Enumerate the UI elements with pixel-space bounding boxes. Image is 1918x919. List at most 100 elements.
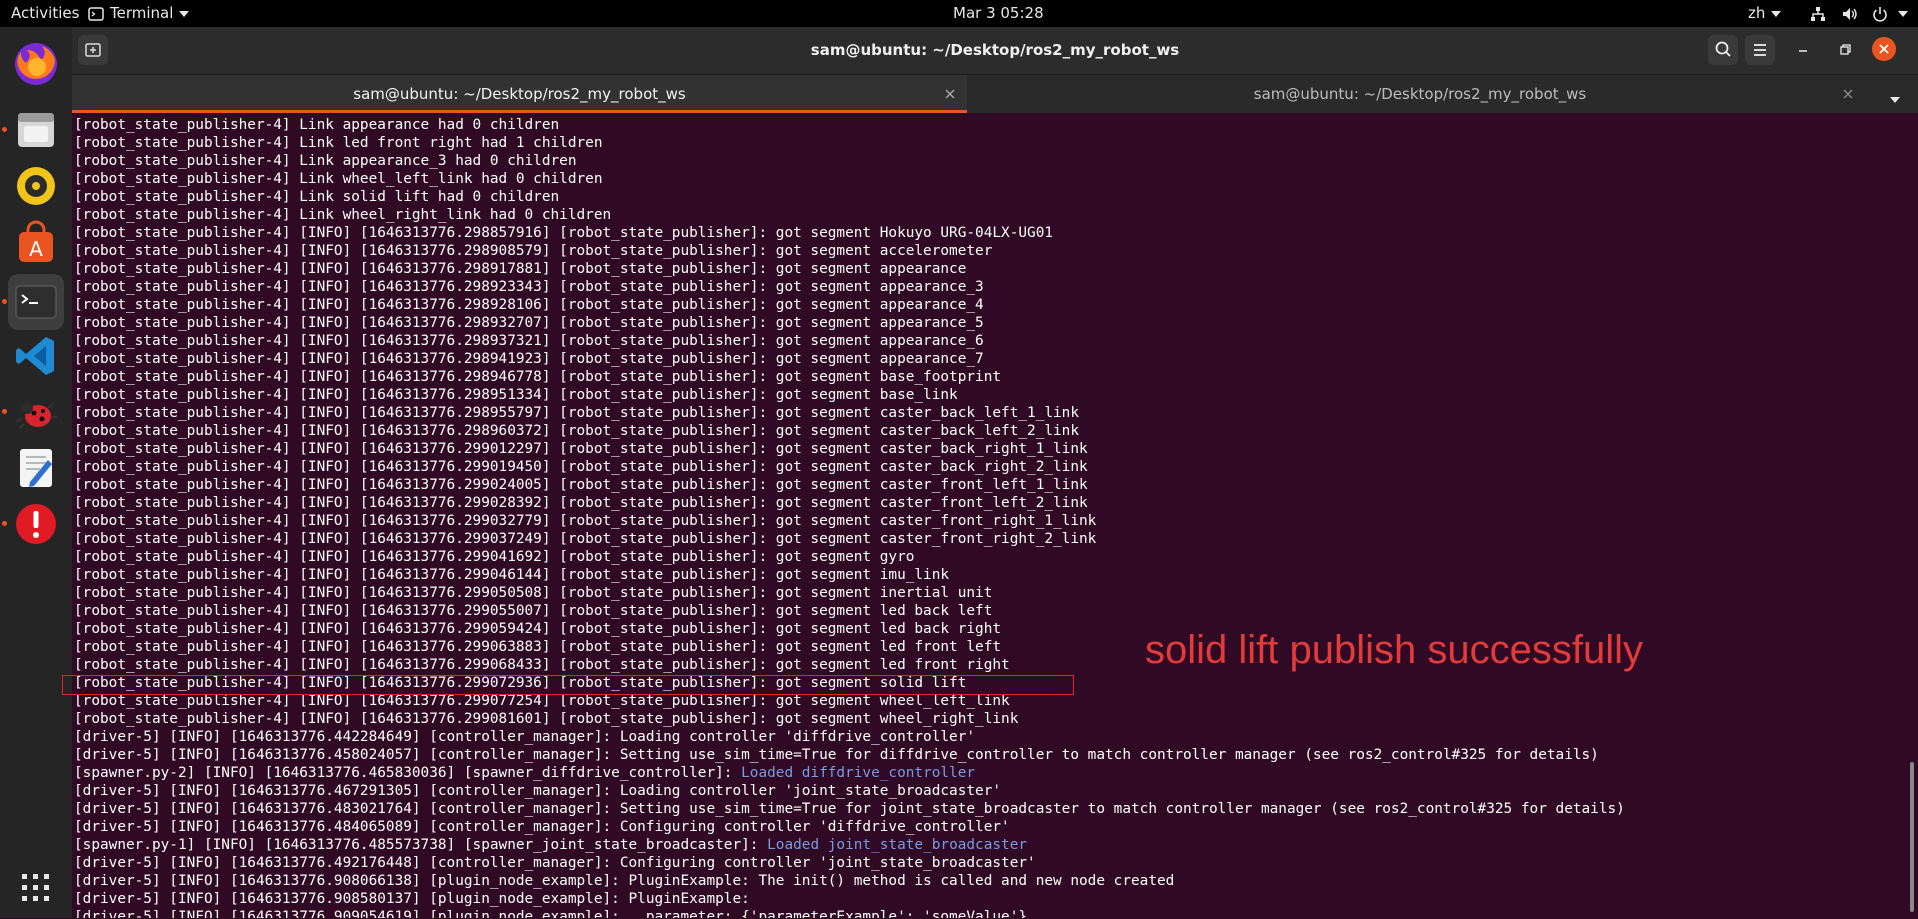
dock-bug-app[interactable] [2,384,64,440]
terminal-line: [robot_state_publisher-4] Link appearanc… [74,116,1625,134]
terminal-line-text: [robot_state_publisher-4] Link led front… [74,135,603,151]
close-tab-icon[interactable] [1842,88,1854,100]
terminal-line-text: [robot_state_publisher-4] [INFO] [164631… [74,351,984,367]
maximize-button[interactable] [1830,35,1860,65]
terminal-line-text: [robot_state_publisher-4] [INFO] [164631… [74,423,1080,439]
close-window-button[interactable] [1872,37,1896,61]
dock-terminal[interactable] [2,274,64,330]
menu-button[interactable] [1745,35,1775,65]
top-bar: Activities Terminal Mar 3 05:28 zh [0,0,1918,27]
terminal-line: [robot_state_publisher-4] [INFO] [164631… [74,548,1625,566]
chevron-down-icon [1890,96,1900,103]
activities-button[interactable]: Activities [11,0,79,27]
minimize-button[interactable] [1788,35,1818,65]
terminal-line: [robot_state_publisher-4] [INFO] [164631… [74,242,1625,260]
terminal-output[interactable]: [robot_state_publisher-4] Link appearanc… [72,113,1902,918]
terminal-line: [robot_state_publisher-4] [INFO] [164631… [74,440,1625,458]
svg-text:A: A [29,237,43,261]
dock-software[interactable]: A [8,216,64,272]
terminal-line-text: [robot_state_publisher-4] Link wheel_lef… [74,171,603,187]
terminal-line: [robot_state_publisher-4] Link wheel_lef… [74,170,1625,188]
terminal-line-text: [robot_state_publisher-4] [INFO] [164631… [74,657,1010,673]
text-editor-icon [20,449,52,487]
terminal-line: [robot_state_publisher-4] [INFO] [164631… [74,314,1625,332]
close-tab-icon[interactable] [944,88,956,100]
terminal-line: [driver-5] [INFO] [1646313776.908066138]… [74,872,1625,890]
terminal-line: [driver-5] [INFO] [1646313776.908580137]… [74,890,1625,908]
dock-error-reporter[interactable] [2,496,64,552]
terminal-line-text: [driver-5] [INFO] [1646313776.484065089]… [74,819,1010,835]
terminal-line-text: [robot_state_publisher-4] [INFO] [164631… [74,603,993,619]
tab-2[interactable]: sam@ubuntu: ~/Desktop/ros2_my_robot_ws [967,75,1873,113]
terminal-window: sam@ubuntu: ~/Desktop/ros2_my_robot_ws s… [72,27,1918,918]
dock-rhythmbox[interactable] [8,158,64,214]
terminal-line: [robot_state_publisher-4] [INFO] [164631… [74,224,1625,242]
tab-label: sam@ubuntu: ~/Desktop/ros2_my_robot_ws [1253,85,1587,103]
restore-icon [1840,44,1851,55]
terminal-line-text: [driver-5] [INFO] [1646313776.442284649]… [74,729,976,745]
terminal-lines: [robot_state_publisher-4] Link appearanc… [74,116,1625,918]
dock-firefox[interactable] [8,36,64,92]
terminal-line-text: [robot_state_publisher-4] [INFO] [164631… [74,315,984,331]
terminal-line-text: [robot_state_publisher-4] [INFO] [164631… [74,585,993,601]
search-icon [1715,41,1731,57]
search-button[interactable] [1708,35,1738,65]
scrollbar[interactable] [1910,762,1914,912]
terminal-line-text: [robot_state_publisher-4] [INFO] [164631… [74,711,1019,727]
running-indicator [2,127,7,132]
running-indicator [2,521,7,526]
terminal-line-text: [robot_state_publisher-4] [INFO] [164631… [74,441,1088,457]
terminal-line: [driver-5] [INFO] [1646313776.484065089]… [74,818,1625,836]
system-menu[interactable] [1810,0,1909,27]
terminal-line-text: [robot_state_publisher-4] [INFO] [164631… [74,459,1088,475]
dock-text-editor[interactable] [8,440,64,496]
files-icon [18,113,54,147]
terminal-line-text: [robot_state_publisher-4] [INFO] [164631… [74,333,984,349]
terminal-line: [driver-5] [INFO] [1646313776.909054619]… [74,908,1625,918]
header-bar: sam@ubuntu: ~/Desktop/ros2_my_robot_ws [72,27,1918,75]
terminal-line: [robot_state_publisher-4] Link solid lif… [74,188,1625,206]
terminal-line-text: [spawner.py-1] [INFO] [1646313776.485573… [74,837,768,853]
error-icon [16,504,56,544]
terminal-line-text: [driver-5] [INFO] [1646313776.492176448]… [74,855,1036,871]
terminal-line: [robot_state_publisher-4] [INFO] [164631… [74,710,1625,728]
terminal-line-text: [driver-5] [INFO] [1646313776.908580137]… [74,891,750,907]
dock-files[interactable] [2,102,64,158]
software-icon: A [19,220,53,262]
app-menu[interactable]: Terminal [88,0,190,27]
terminal-line: [robot_state_publisher-4] [INFO] [164631… [74,566,1625,584]
terminal-line: [robot_state_publisher-4] [INFO] [164631… [74,584,1625,602]
show-applications-button[interactable] [8,859,64,915]
terminal-line-text: [robot_state_publisher-4] [INFO] [164631… [74,369,1002,385]
terminal-line: [robot_state_publisher-4] Link appearanc… [74,152,1625,170]
terminal-line: [driver-5] [INFO] [1646313776.442284649]… [74,728,1625,746]
vscode-icon [16,337,54,375]
tab-bar: sam@ubuntu: ~/Desktop/ros2_my_robot_ws s… [72,75,1918,113]
clock[interactable]: Mar 3 05:28 [953,0,1044,27]
terminal-line: [robot_state_publisher-4] [INFO] [164631… [74,386,1625,404]
terminal-line-text: [robot_state_publisher-4] [INFO] [164631… [74,243,993,259]
terminal-line-text: [robot_state_publisher-4] [INFO] [164631… [74,693,1010,709]
terminal-line-text: [driver-5] [INFO] [1646313776.483021764]… [74,801,1625,817]
running-indicator [2,299,7,304]
terminal-line: [spawner.py-2] [INFO] [1646313776.465830… [74,764,1625,782]
firefox-icon [15,43,57,85]
terminal-line-highlight-text: Loaded diffdrive_controller [741,765,976,781]
tab-1[interactable]: sam@ubuntu: ~/Desktop/ros2_my_robot_ws [72,75,967,113]
input-method-label: zh [1748,4,1766,22]
terminal-line: [robot_state_publisher-4] [INFO] [164631… [74,404,1625,422]
terminal-line-text: [robot_state_publisher-4] [INFO] [164631… [74,549,915,565]
input-method-menu[interactable]: zh [1748,0,1782,27]
dock-vscode[interactable] [8,328,64,384]
tab-list-dropdown[interactable] [1890,89,1900,108]
highlight-box [62,675,1074,695]
terminal-line: [robot_state_publisher-4] [INFO] [164631… [74,512,1625,530]
minimize-icon [1799,50,1807,52]
terminal-line-text: [robot_state_publisher-4] Link appearanc… [74,153,577,169]
terminal-line: [robot_state_publisher-4] [INFO] [164631… [74,458,1625,476]
terminal-line-text: [robot_state_publisher-4] [INFO] [164631… [74,621,1002,637]
terminal-line: [robot_state_publisher-4] [INFO] [164631… [74,602,1625,620]
terminal-line-text: [robot_state_publisher-4] [INFO] [164631… [74,297,984,313]
network-icon [1811,6,1825,21]
window-title: sam@ubuntu: ~/Desktop/ros2_my_robot_ws [810,41,1180,59]
